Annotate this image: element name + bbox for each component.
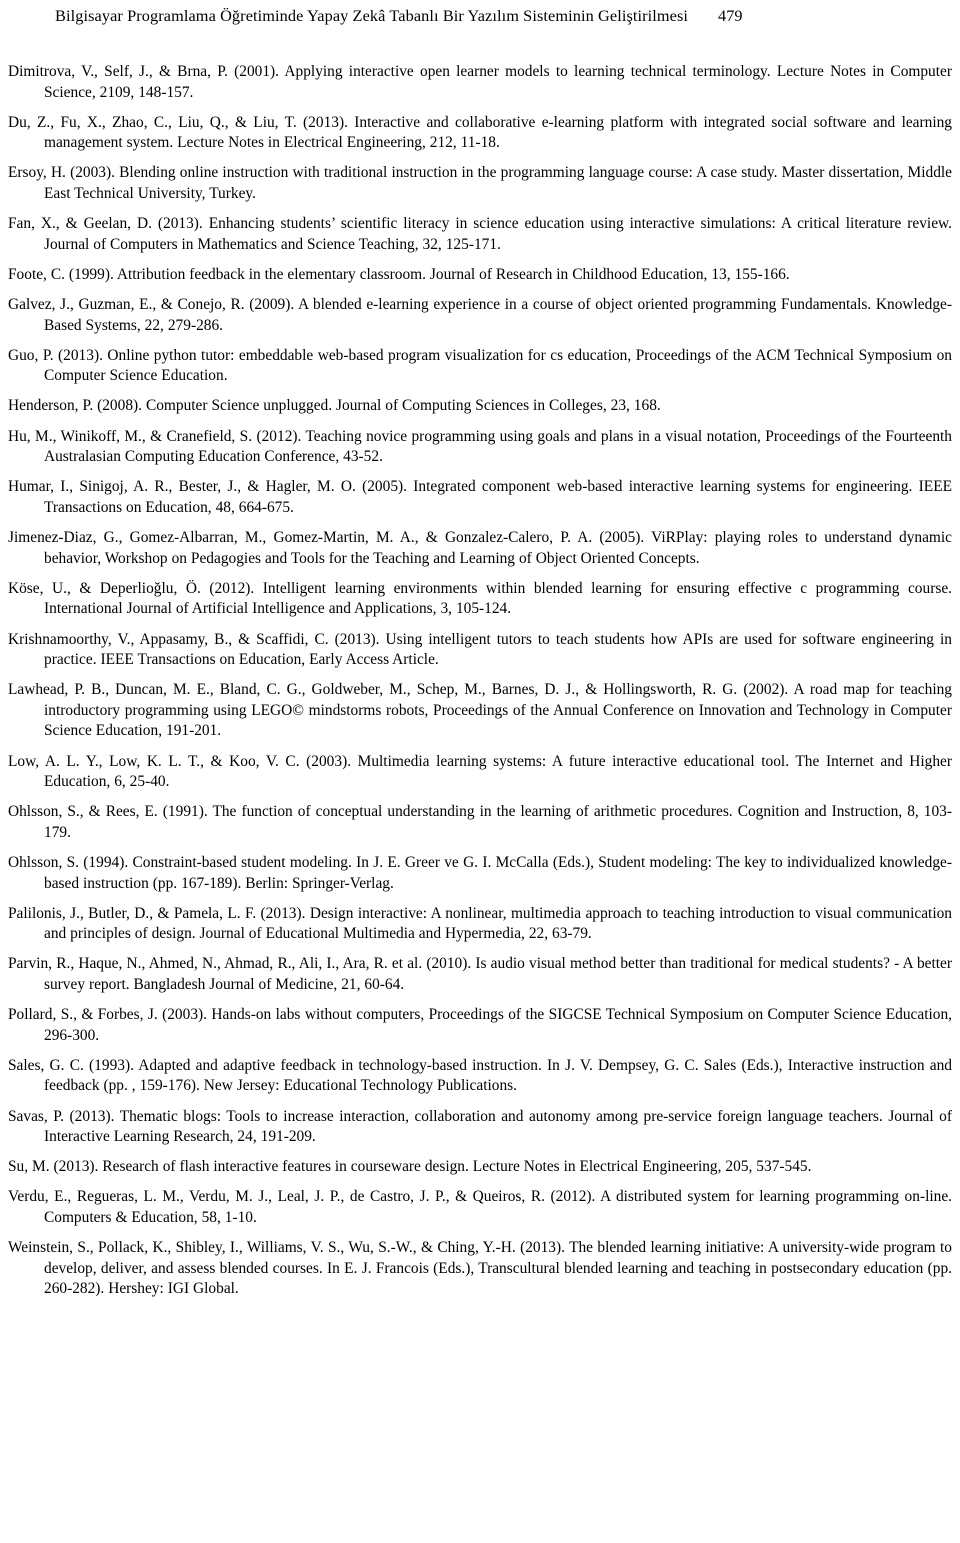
reference-entry: Ohlsson, S. (1994). Constraint-based stu… <box>8 853 952 892</box>
reference-entry: Ersoy, H. (2003). Blending online instru… <box>8 164 952 202</box>
running-head-title: Bilgisayar Programlama Öğretiminde Yapay… <box>55 6 689 25</box>
reference-entry: Palilonis, J., Butler, D., & Pamela, L. … <box>8 904 952 943</box>
reference-entry: Dimitrova, V., Self, J., & Brna, P. (200… <box>8 63 952 101</box>
page-number: 479 <box>718 6 743 25</box>
reference-entry: Ohlsson, S., & Rees, E. (1991). The func… <box>8 803 952 841</box>
reference-entry: Galvez, J., Guzman, E., & Conejo, R. (20… <box>8 296 952 334</box>
reference-entry: Sales, G. C. (1993). Adapted and adaptiv… <box>8 1056 952 1095</box>
reference-entry: Fan, X., & Geelan, D. (2013). Enhancing … <box>8 215 952 253</box>
reference-list: Dimitrova, V., Self, J., & Brna, P. (200… <box>8 62 952 1300</box>
reference-entry: Du, Z., Fu, X., Zhao, C., Liu, Q., & Liu… <box>8 113 952 152</box>
reference-entry: Weinstein, S., Pollack, K., Shibley, I.,… <box>8 1239 952 1298</box>
reference-entry: Pollard, S., & Forbes, J. (2003). Hands-… <box>8 1006 952 1044</box>
document-page: Bilgisayar Programlama Öğretiminde Yapay… <box>0 0 960 1543</box>
reference-entry: Hu, M., Winikoff, M., & Cranefield, S. (… <box>8 427 952 466</box>
reference-entry: Verdu, E., Regueras, L. M., Verdu, M. J.… <box>8 1188 952 1226</box>
reference-entry: Lawhead, P. B., Duncan, M. E., Bland, C.… <box>8 681 952 740</box>
reference-entry: Savas, P. (2013). Thematic blogs: Tools … <box>8 1107 952 1146</box>
reference-entry: Jimenez-Diaz, G., Gomez-Albarran, M., Go… <box>8 529 952 567</box>
reference-entry: Guo, P. (2013). Online python tutor: emb… <box>8 346 952 385</box>
reference-entry: Henderson, P. (2008). Computer Science u… <box>8 397 661 415</box>
reference-entry: Low, A. L. Y., Low, K. L. T., & Koo, V. … <box>8 752 952 791</box>
reference-entry: Parvin, R., Haque, N., Ahmed, N., Ahmad,… <box>8 955 952 993</box>
reference-entry: Su, M. (2013). Research of flash interac… <box>8 1158 812 1176</box>
reference-entry: Krishnamoorthy, V., Appasamy, B., & Scaf… <box>8 630 952 669</box>
reference-entry: Foote, C. (1999). Attribution feedback i… <box>8 265 790 283</box>
reference-entry: Humar, I., Sinigoj, A. R., Bester, J., &… <box>8 478 952 516</box>
running-head: Bilgisayar Programlama Öğretiminde Yapay… <box>55 6 946 26</box>
reference-entry: Köse, U., & Deperlioğlu, Ö. (2012). Inte… <box>8 579 952 618</box>
